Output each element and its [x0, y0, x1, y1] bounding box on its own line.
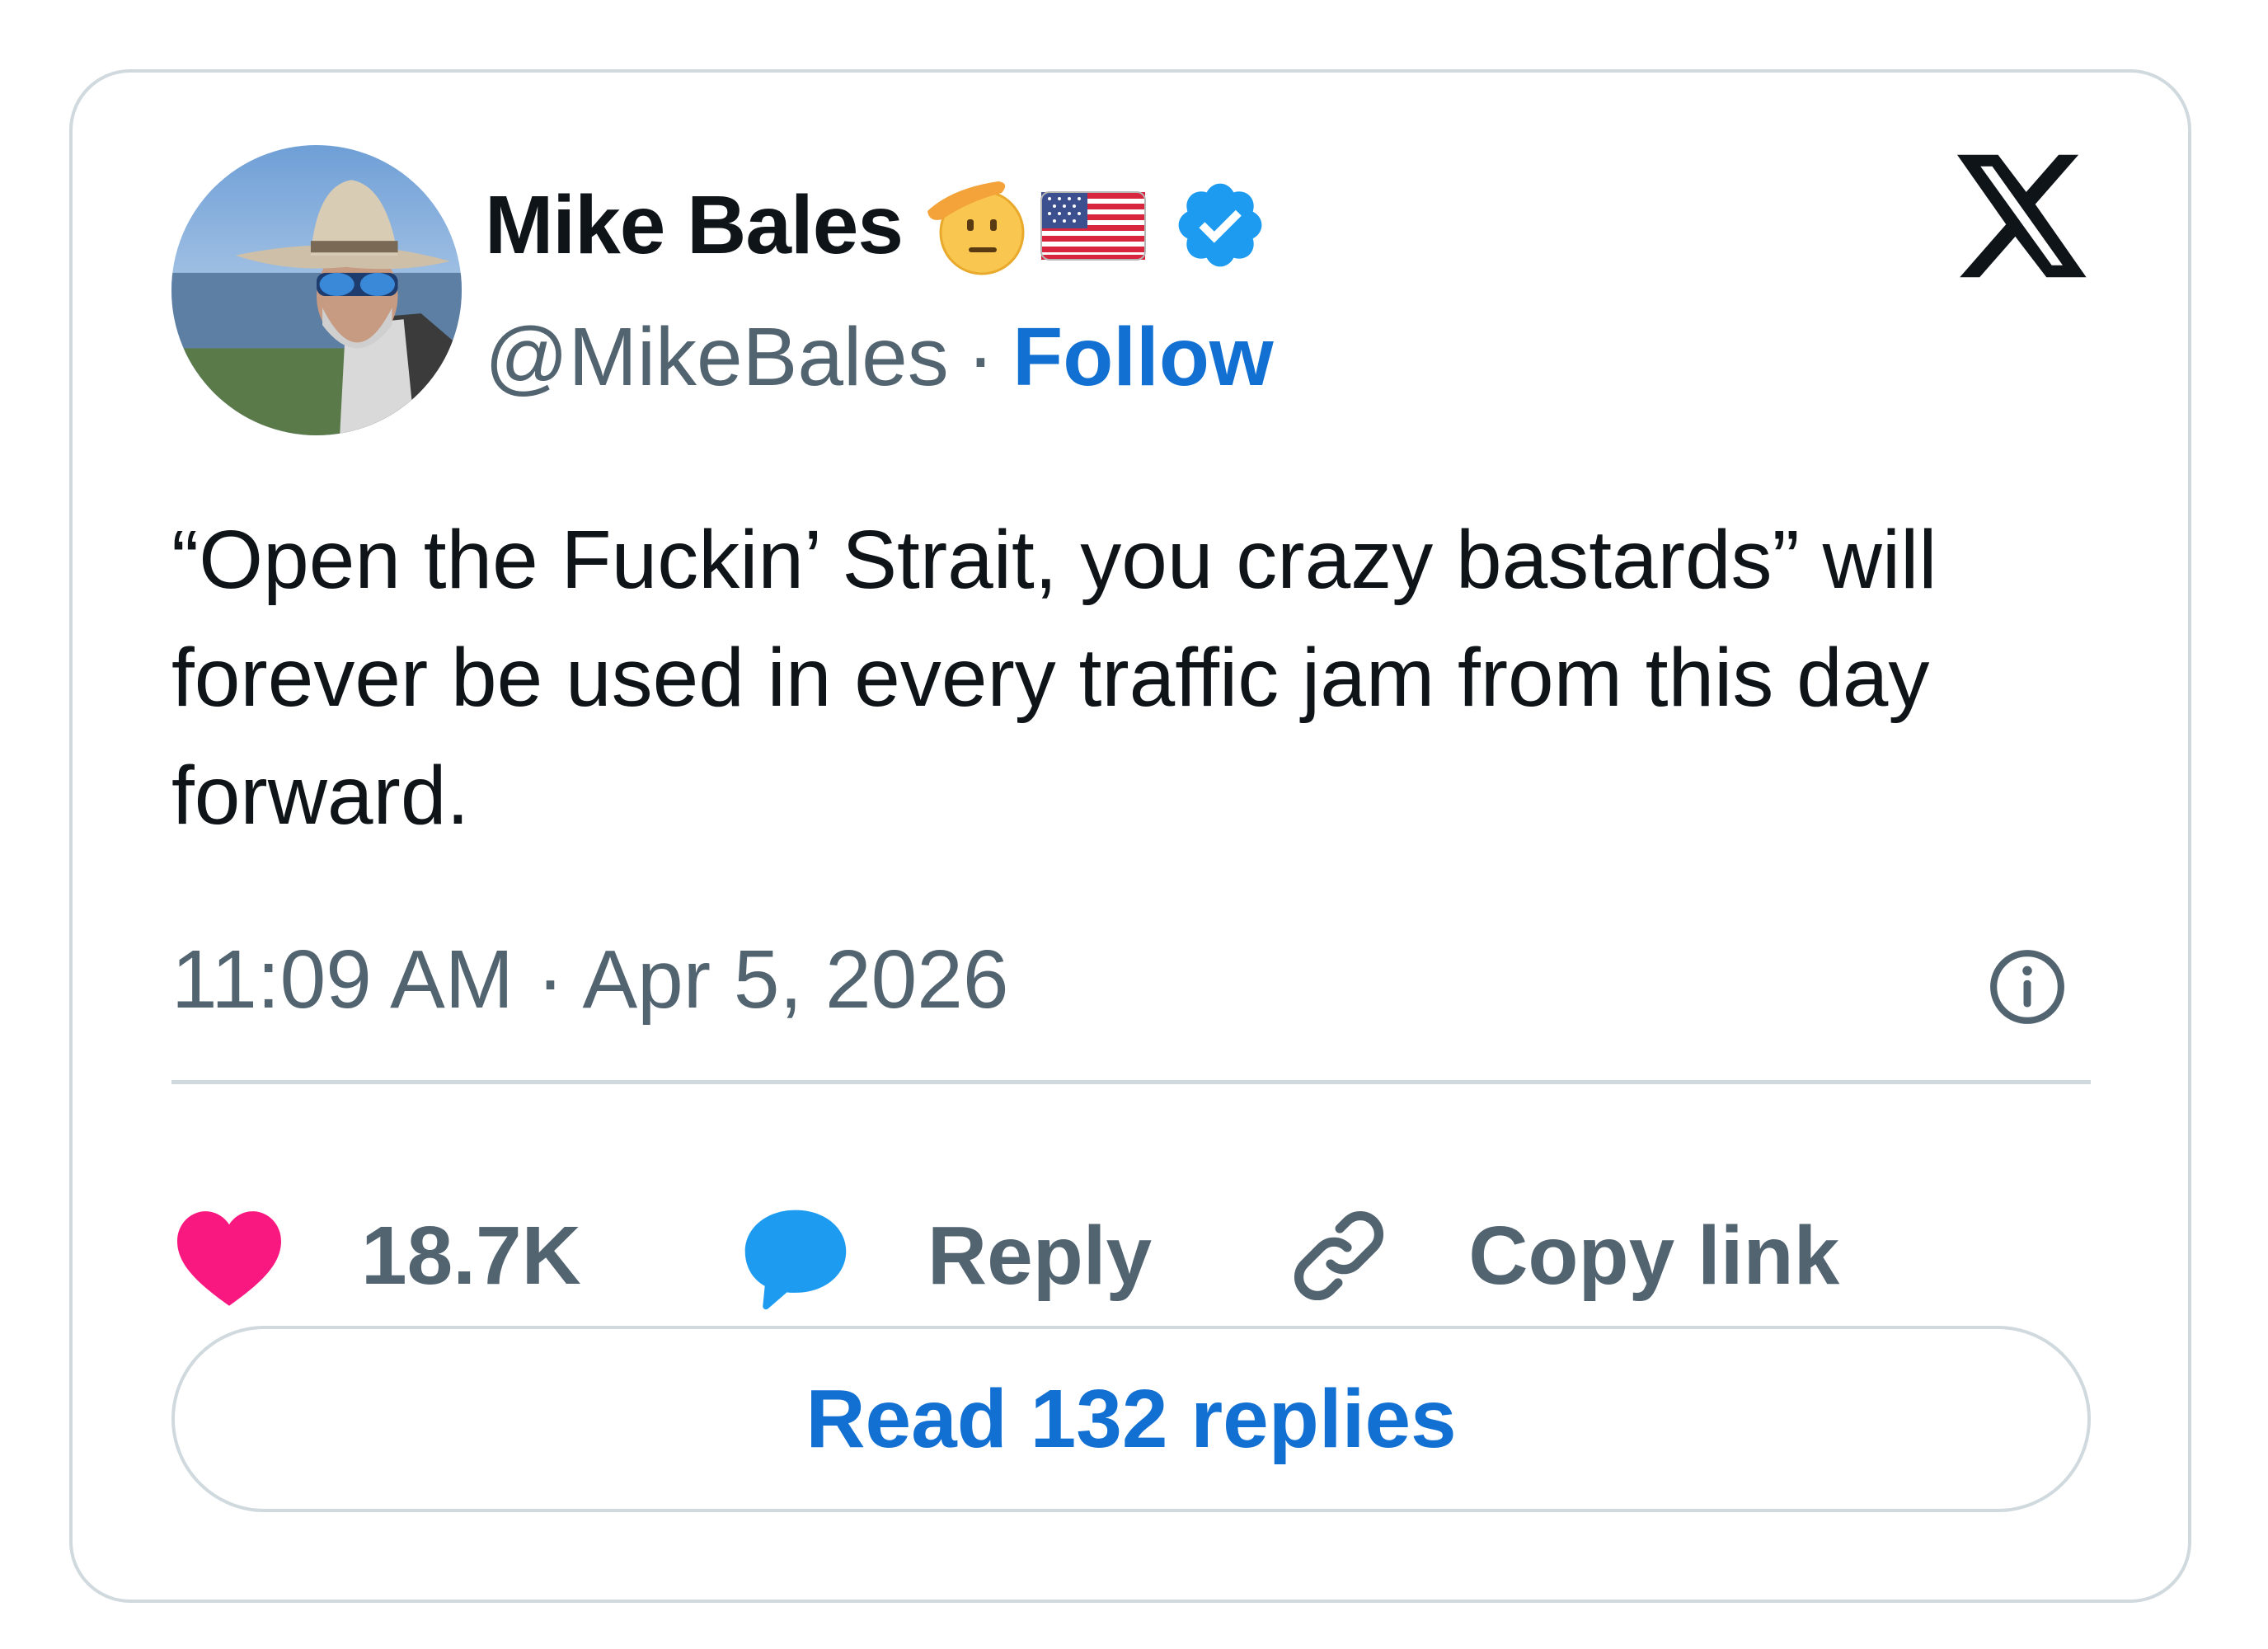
author-display-name[interactable]: Mike Bales — [485, 178, 904, 273]
copy-link-button[interactable]: Copy link — [1284, 1200, 1839, 1311]
divider — [171, 1080, 2091, 1084]
verified-badge-icon — [1172, 176, 1269, 274]
x-logo-icon[interactable] — [1957, 153, 2091, 279]
read-replies-button[interactable]: Read 132 replies — [171, 1326, 2091, 1512]
us-flag-emoji-icon — [1040, 184, 1147, 266]
info-icon[interactable] — [1987, 947, 2068, 1027]
like-button[interactable]: 18.7K — [171, 1204, 581, 1308]
heart-icon — [171, 1204, 287, 1308]
tweet-timestamp[interactable]: 11:09 AM · Apr 5, 2026 — [171, 922, 1008, 1037]
handle-separator: · — [966, 310, 995, 403]
embedded-tweet-card: Mike Bales @MikeBales · Follow “Open the… — [69, 69, 2191, 1603]
copy-link-label: Copy link — [1468, 1209, 1840, 1302]
avatar[interactable] — [171, 145, 462, 435]
action-bar: 18.7K Reply Copy link — [171, 1194, 1839, 1318]
like-count: 18.7K — [361, 1209, 581, 1302]
follow-button[interactable]: Follow — [1012, 310, 1274, 405]
link-icon — [1284, 1200, 1394, 1311]
reply-button[interactable]: Reply — [738, 1198, 1152, 1313]
author-handle[interactable]: @MikeBales — [485, 310, 949, 405]
speech-bubble-icon — [738, 1198, 853, 1313]
author-name-row: Mike Bales — [485, 171, 1269, 279]
author-handle-row: @MikeBales · Follow — [485, 303, 1274, 411]
reply-label: Reply — [927, 1209, 1153, 1302]
tweet-text: “Open the Fuckin’ Strait, you crazy bast… — [171, 514, 1960, 842]
saluting-face-emoji-icon — [919, 171, 1035, 279]
